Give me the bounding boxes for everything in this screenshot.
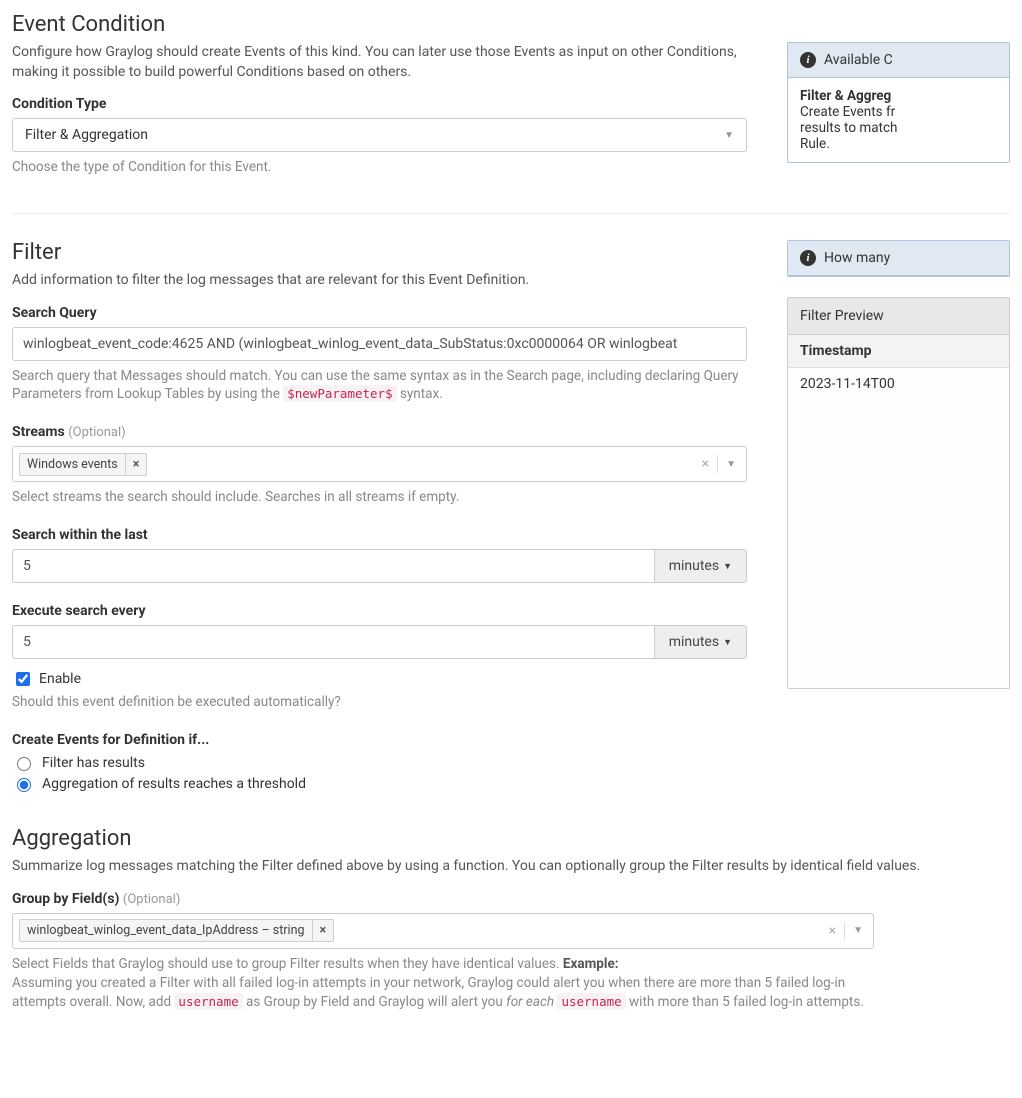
optional-label: (Optional)	[123, 892, 180, 907]
panel-body-title: Filter & Aggreg	[800, 88, 891, 104]
execute-every-unit-button[interactable]: minutes ▼	[655, 625, 747, 659]
chevron-down-icon[interactable]: ▼	[726, 459, 736, 470]
help-text: syntax.	[400, 386, 443, 402]
how-many-panel: i How many	[787, 240, 1010, 277]
clear-all-icon[interactable]: ×	[829, 923, 836, 939]
available-conditions-panel: i Available C Filter & Aggreg Create Eve…	[787, 42, 1010, 163]
panel-body-line: Create Events fr	[800, 104, 895, 120]
streams-label: Streams	[12, 424, 65, 440]
radio-label: Aggregation of results reaches a thresho…	[42, 776, 306, 792]
filter-heading: Filter	[12, 240, 747, 265]
available-conditions-title: Available C	[824, 52, 893, 68]
help-text-em: for each	[506, 994, 554, 1010]
unit-label: minutes	[669, 634, 719, 650]
stream-chip: Windows events ×	[19, 453, 147, 476]
group-by-select[interactable]: winlogbeat_winlog_event_data_IpAddress –…	[12, 913, 874, 949]
streams-help: Select streams the search should include…	[12, 488, 747, 507]
group-by-help: Select Fields that Graylog should use to…	[12, 955, 882, 1012]
remove-chip-icon[interactable]: ×	[125, 454, 147, 475]
aggregation-heading: Aggregation	[12, 826, 1010, 851]
help-text: Select Fields that Graylog should use to…	[12, 956, 563, 972]
search-query-help: Search query that Messages should match.…	[12, 367, 747, 405]
search-within-input[interactable]	[12, 549, 655, 583]
search-within-label: Search within the last	[12, 527, 747, 543]
filter-preview-panel: Filter Preview Timestamp 2023-11-14T00	[787, 297, 1010, 689]
stream-chip-label: Windows events	[20, 454, 125, 475]
panel-body-line: results to match	[800, 120, 897, 136]
help-code: $newParameter$	[283, 385, 396, 402]
preview-td: 2023-11-14T00	[788, 368, 1009, 688]
help-code: username	[557, 993, 625, 1010]
condition-type-value: Filter & Aggregation	[25, 127, 148, 143]
example-label: Example:	[563, 956, 619, 972]
unit-label: minutes	[669, 558, 719, 574]
condition-type-select[interactable]: Filter & Aggregation ▼	[12, 118, 747, 152]
enable-help: Should this event definition be executed…	[12, 693, 747, 712]
filter-desc: Add information to filter the log messag…	[12, 271, 747, 291]
filter-preview-title: Filter Preview	[788, 298, 1009, 335]
panel-body-line: Rule.	[800, 136, 830, 152]
optional-label: (Optional)	[68, 425, 125, 440]
create-events-label: Create Events for Definition if...	[12, 732, 747, 748]
aggregation-threshold-radio[interactable]	[17, 778, 31, 792]
caret-down-icon: ▼	[723, 637, 732, 648]
help-text: with more than 5 failed log-in attempts.	[629, 994, 864, 1010]
chevron-down-icon: ▼	[724, 130, 734, 141]
aggregation-desc: Summarize log messages matching the Filt…	[12, 857, 1010, 877]
condition-type-label: Condition Type	[12, 96, 747, 112]
enable-label: Enable	[39, 671, 81, 687]
group-by-chip: winlogbeat_winlog_event_data_IpAddress –…	[19, 919, 334, 942]
search-query-input[interactable]	[12, 327, 747, 361]
search-within-unit-button[interactable]: minutes ▼	[655, 549, 747, 583]
group-by-label: Group by Field(s)	[12, 891, 119, 907]
search-query-label: Search Query	[12, 305, 747, 321]
enable-checkbox[interactable]	[16, 672, 30, 686]
separator	[844, 922, 845, 940]
event-condition-heading: Event Condition	[12, 12, 747, 37]
info-icon: i	[800, 250, 816, 266]
clear-all-icon[interactable]: ×	[702, 456, 709, 472]
preview-th: Timestamp	[788, 335, 1009, 368]
how-many-title: How many	[824, 250, 890, 266]
help-text: as Group by Field and Graylog will alert…	[246, 994, 506, 1010]
streams-select[interactable]: Windows events × × ▼	[12, 446, 747, 482]
group-by-chip-label: winlogbeat_winlog_event_data_IpAddress –…	[20, 920, 312, 941]
info-icon: i	[800, 52, 816, 68]
execute-every-label: Execute search every	[12, 603, 747, 619]
caret-down-icon: ▼	[723, 561, 732, 572]
chevron-down-icon[interactable]: ▼	[853, 925, 863, 936]
event-condition-desc: Configure how Graylog should create Even…	[12, 43, 747, 82]
remove-chip-icon[interactable]: ×	[312, 920, 334, 941]
separator	[717, 455, 718, 473]
filter-has-results-radio[interactable]	[17, 757, 31, 771]
radio-label: Filter has results	[42, 755, 145, 771]
execute-every-input[interactable]	[12, 625, 655, 659]
help-code: username	[174, 993, 242, 1010]
condition-type-help: Choose the type of Condition for this Ev…	[12, 158, 747, 177]
